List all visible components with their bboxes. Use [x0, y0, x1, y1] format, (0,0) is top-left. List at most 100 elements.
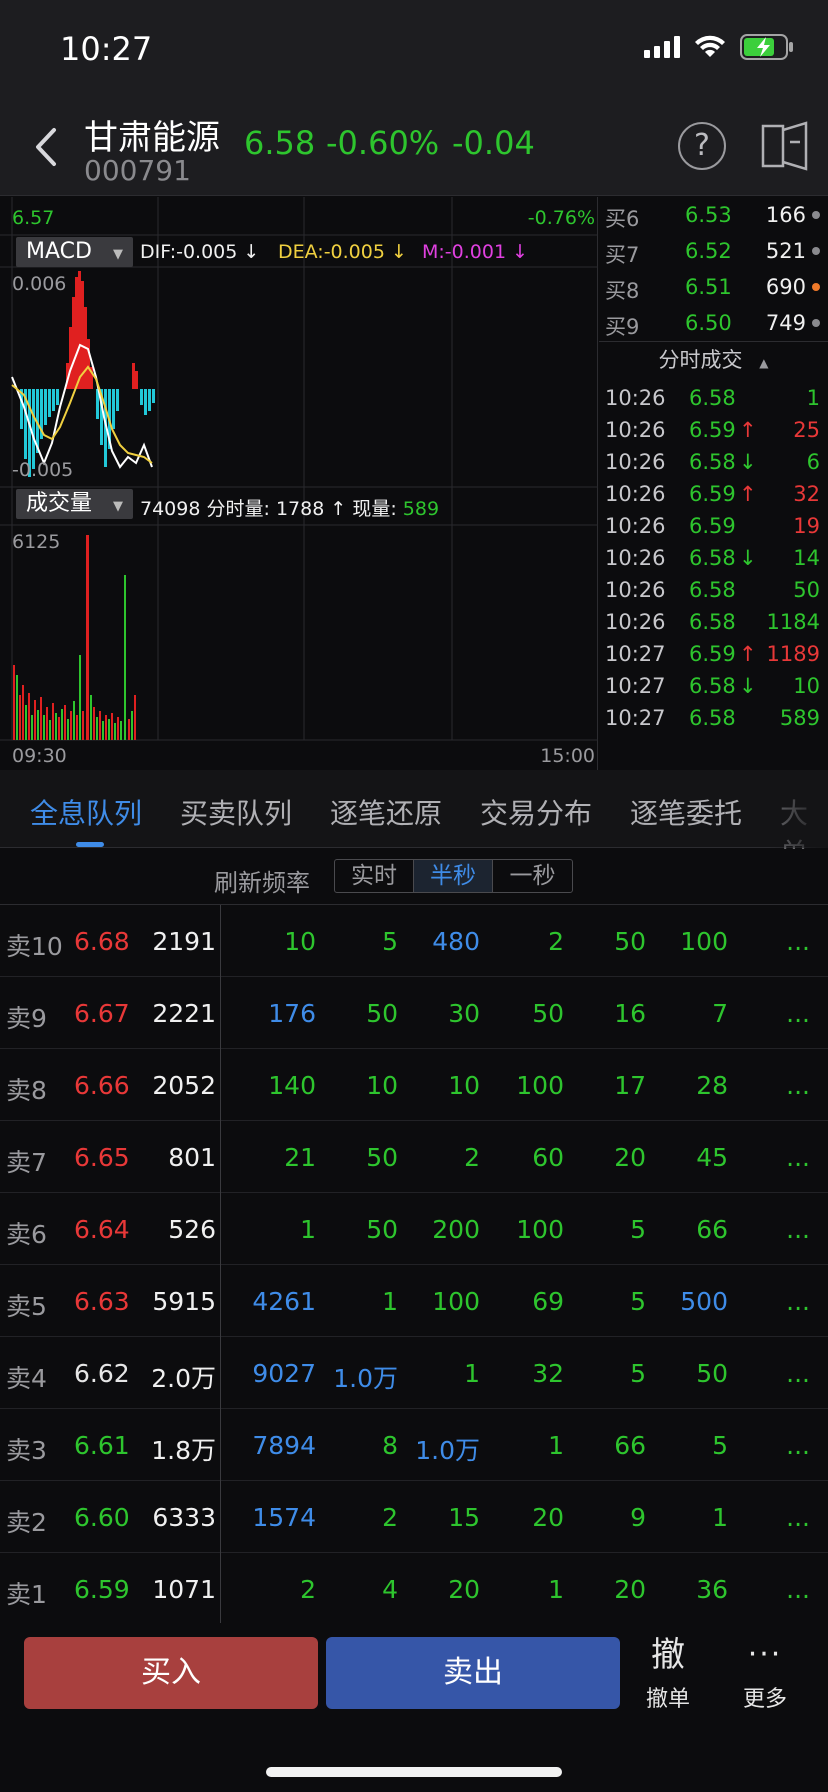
queue-row[interactable]: 卖3 6.61 1.8万 7894 8 1.0万 1 66 5...: [0, 1409, 828, 1481]
refresh-rate-bar: 刷新频率 实时 半秒 一秒: [0, 849, 828, 905]
queue-order: 50: [366, 999, 398, 1028]
trades-title: 分时成交: [658, 348, 743, 372]
queue-row[interactable]: 卖1 6.59 1071 2 4 20 1 20 36...: [0, 1553, 828, 1625]
trade-time: 10:26: [605, 386, 666, 410]
queue-more-icon[interactable]: ...: [786, 1215, 810, 1244]
queue-order: 1.0万: [415, 1436, 480, 1465]
tab-tick-orders[interactable]: 逐笔委托: [630, 792, 742, 832]
order-book-row[interactable]: 买8 6.51 690: [599, 269, 828, 305]
queue-total: 526: [168, 1215, 216, 1244]
queue-order: 9027: [252, 1359, 316, 1388]
trade-volume: 10: [793, 674, 820, 698]
queue-row[interactable]: 卖8 6.66 2052 140 10 10 100 17 28...: [0, 1049, 828, 1121]
queue-more-icon[interactable]: ...: [786, 927, 810, 956]
trade-price: 6.58: [689, 706, 736, 730]
time-end: 15:00: [540, 745, 595, 767]
queue-price: 6.67: [74, 999, 130, 1028]
volume-fs-value: 1788 ↑: [275, 498, 347, 520]
queue-row[interactable]: 卖10 6.68 2191 10 5 480 2 50 100...: [0, 905, 828, 977]
queue-order: 2: [464, 1143, 480, 1172]
refresh-realtime-option[interactable]: 实时: [335, 860, 414, 892]
more-button[interactable]: ··· 更多: [730, 1635, 800, 1715]
order-book-row[interactable]: 买9 6.50 749: [599, 305, 828, 341]
trade-time: 10:26: [605, 578, 666, 602]
queue-row[interactable]: 卖6 6.64 526 1 50 200 100 5 66...: [0, 1193, 828, 1265]
queue-order: 5: [630, 1215, 646, 1244]
layout-toggle-button[interactable]: [760, 120, 810, 172]
queue-row[interactable]: 卖7 6.65 801 21 50 2 60 20 45...: [0, 1121, 828, 1193]
queue-more-icon[interactable]: ...: [786, 1287, 810, 1316]
macd-m: M:-0.001 ↓: [422, 241, 529, 263]
order-book-row[interactable]: 买6 6.53 166: [599, 197, 828, 233]
tab-trade-distribution[interactable]: 交易分布: [480, 792, 592, 832]
volume-fs-label: 分时量:: [206, 498, 270, 520]
queue-more-icon[interactable]: ...: [786, 1503, 810, 1532]
queue-more-icon[interactable]: ...: [786, 999, 810, 1028]
queue-price: 6.60: [74, 1503, 130, 1532]
battery-icon: [740, 34, 793, 60]
queue-order: 10: [284, 927, 316, 956]
queue-more-icon[interactable]: ...: [786, 1071, 810, 1100]
intraday-chart[interactable]: 6.57 -0.76% MACD ▼ DIF:-0.005 ↓ DEA:-0.0…: [0, 197, 598, 770]
queue-more-icon[interactable]: ...: [786, 1359, 810, 1388]
queue-row[interactable]: 卖2 6.60 6333 1574 2 15 20 9 1...: [0, 1481, 828, 1553]
status-icons: [644, 34, 794, 60]
queue-level: 卖1: [6, 1580, 47, 1609]
order-book-level: 买6: [605, 207, 640, 231]
order-book-volume: 166: [765, 203, 806, 227]
trade-time: 10:26: [605, 450, 666, 474]
queue-more-icon[interactable]: ...: [786, 1431, 810, 1460]
stock-name: 甘肃能源: [84, 118, 220, 158]
queue-level: 卖4: [6, 1364, 47, 1393]
tab-bid-ask-queue[interactable]: 买卖队列: [180, 792, 292, 832]
tab-full-queue[interactable]: 全息队列: [30, 792, 142, 832]
queue-order: 50: [366, 1143, 398, 1172]
queue-price: 6.61: [74, 1431, 130, 1460]
sell-button[interactable]: 卖出: [326, 1637, 620, 1709]
queue-order: 1: [464, 1359, 480, 1388]
queue-order: 5: [382, 927, 398, 956]
queue-more-icon[interactable]: ...: [786, 1143, 810, 1172]
refresh-onesec-option[interactable]: 一秒: [493, 860, 572, 892]
queue-row[interactable]: 卖9 6.67 2221 176 50 30 50 16 7...: [0, 977, 828, 1049]
queue-order: 2: [382, 1503, 398, 1532]
queue-order: 17: [614, 1071, 646, 1100]
queue-total: 2052: [152, 1071, 216, 1100]
queue-price: 6.63: [74, 1287, 130, 1316]
order-book-price: 6.53: [685, 203, 732, 227]
queue-order: 10: [366, 1071, 398, 1100]
order-book-row[interactable]: 买7 6.52 521: [599, 233, 828, 269]
queue-order: 100: [680, 927, 728, 956]
back-button[interactable]: [26, 122, 66, 172]
queue-order: 20: [448, 1575, 480, 1604]
queue-row[interactable]: 卖4 6.62 2.0万 9027 1.0万 1 32 5 50...: [0, 1337, 828, 1409]
tab-tick-replay[interactable]: 逐笔还原: [330, 792, 442, 832]
trade-row: 10:26 6.59 19: [599, 508, 828, 544]
trades-header[interactable]: 分时成交 ▲: [599, 341, 828, 377]
queue-more-icon[interactable]: ...: [786, 1575, 810, 1604]
queue-order: 200: [432, 1215, 480, 1244]
order-book-price: 6.52: [685, 239, 732, 263]
order-book-dot-icon: [812, 283, 820, 291]
wifi-icon: [695, 35, 725, 57]
queue-order: 20: [614, 1143, 646, 1172]
queue-order: 7: [712, 999, 728, 1028]
volume-selector-label: 成交量: [26, 491, 93, 516]
macd-selector[interactable]: MACD ▼: [16, 237, 133, 267]
order-book-volume: 521: [765, 239, 806, 263]
queue-price: 6.66: [74, 1071, 130, 1100]
queue-total: 5915: [152, 1287, 216, 1316]
trade-direction-icon: ↑: [739, 642, 757, 666]
queue-row[interactable]: 卖5 6.63 5915 4261 1 100 69 5 500...: [0, 1265, 828, 1337]
help-button[interactable]: ?: [678, 122, 726, 170]
macd-dif: DIF:-0.005 ↓: [140, 241, 260, 263]
volume-selector[interactable]: 成交量 ▼: [16, 489, 134, 519]
queue-level: 卖3: [6, 1436, 47, 1465]
queue-order: 20: [532, 1503, 564, 1532]
buy-button[interactable]: 买入: [24, 1637, 318, 1709]
cancel-order-button[interactable]: 撤 撤单: [636, 1635, 700, 1715]
queue-order: 60: [532, 1143, 564, 1172]
refresh-halfsec-option[interactable]: 半秒: [414, 860, 493, 892]
trade-volume: 589: [779, 706, 820, 730]
queue-level: 卖8: [6, 1076, 47, 1105]
